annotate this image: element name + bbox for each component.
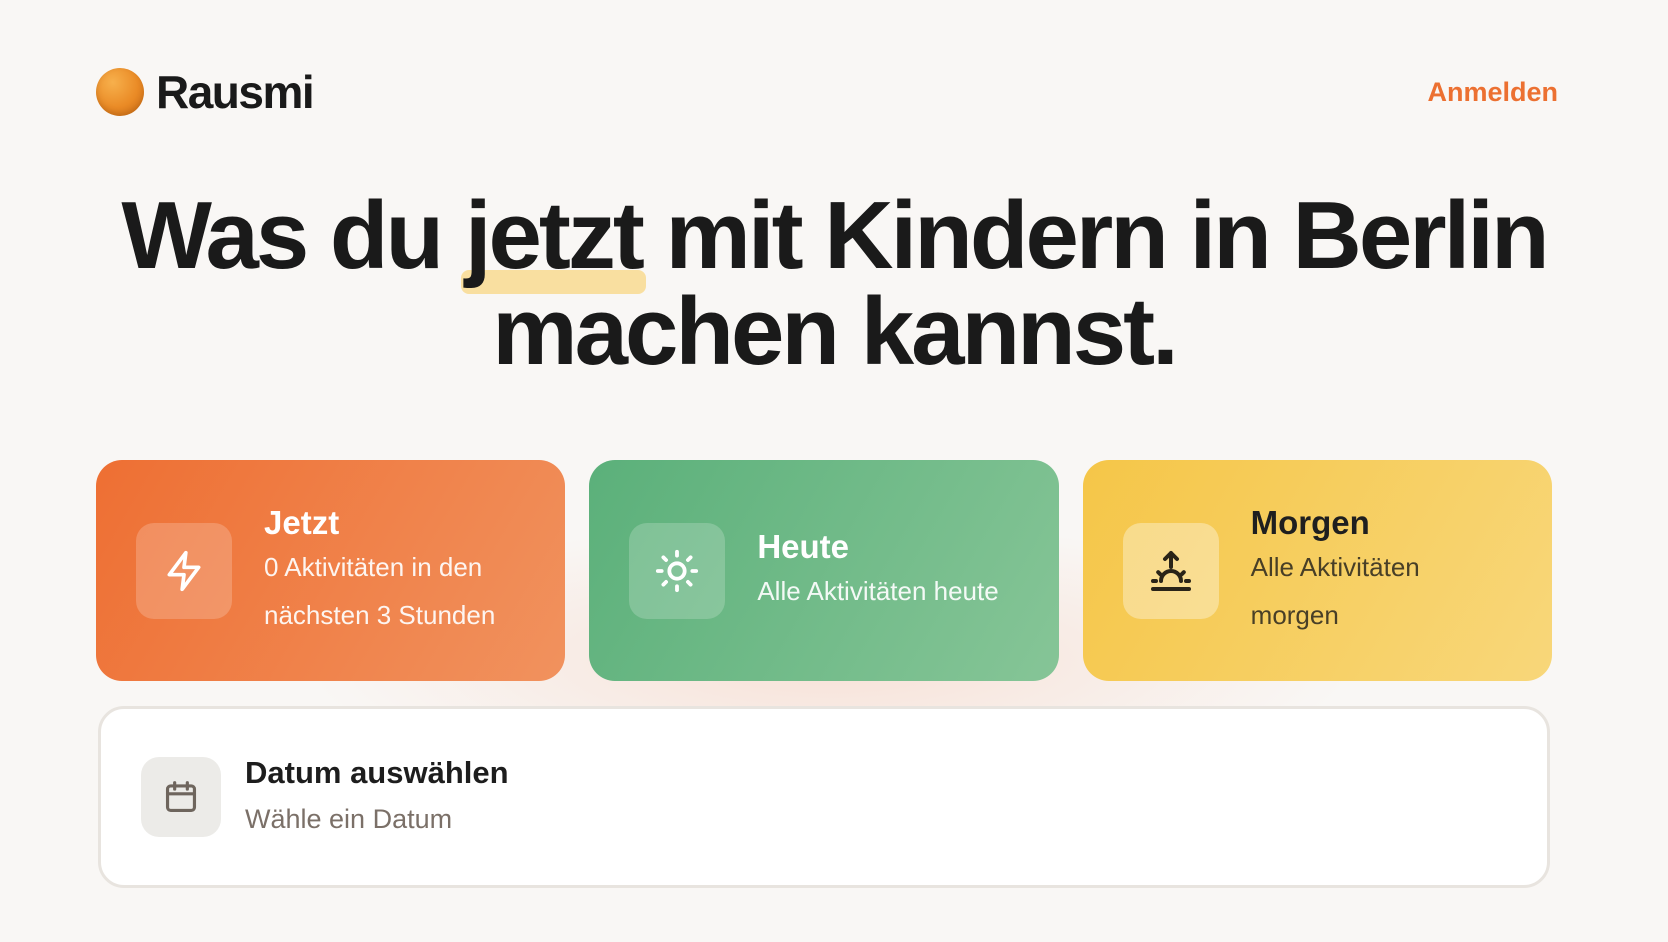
date-picker-card[interactable]: Datum auswählen Wähle ein Datum: [98, 706, 1550, 888]
brand-name: Rausmi: [156, 66, 315, 118]
lightning-icon: [136, 522, 232, 619]
hero-text-after: mit Kindern in Berlin: [641, 182, 1550, 289]
card-now[interactable]: Jetzt 0 Aktivitäten in den nächsten 3 St…: [96, 460, 566, 681]
card-tomorrow[interactable]: Morgen Alle Aktivitäten morgen: [1082, 460, 1552, 681]
brand-logo-icon: [96, 68, 144, 116]
card-today-description: Alle Aktivitäten heute: [757, 575, 999, 606]
card-tomorrow-title: Morgen: [1250, 503, 1370, 541]
page: Rausmi Anmelden Was du jetzt mit Kindern…: [0, 0, 1668, 942]
card-today[interactable]: Heute Alle Aktivitäten heute: [589, 460, 1059, 681]
date-picker-text: Datum auswählen Wähle ein Datum: [245, 751, 509, 843]
hero-line-1: Was du jetzt mit Kindern in Berlin: [60, 182, 1608, 294]
top-header: Rausmi Anmelden: [96, 64, 1558, 120]
card-tomorrow-description: Alle Aktivitäten morgen: [1250, 551, 1420, 630]
hero-headline: Was du jetzt mit Kindern in Berlin mache…: [60, 188, 1608, 380]
hero-highlight-word: jetzt: [460, 182, 646, 294]
login-link[interactable]: Anmelden: [1427, 77, 1558, 108]
date-picker-title: Datum auswählen: [245, 755, 509, 790]
sun-icon: [629, 522, 726, 619]
card-today-title: Heute: [757, 527, 850, 565]
time-filter-cards: Jetzt 0 Aktivitäten in den nächsten 3 St…: [96, 460, 1552, 681]
hero-text-before: Was du: [121, 182, 465, 289]
date-picker-subtitle: Wähle ein Datum: [245, 804, 453, 834]
card-tomorrow-text: Morgen Alle Aktivitäten morgen: [1251, 503, 1471, 639]
hero-line-2: machen kannst.: [492, 278, 1179, 385]
card-now-title: Jetzt: [264, 503, 340, 541]
card-now-text: Jetzt 0 Aktivitäten in den nächsten 3 St…: [264, 503, 534, 639]
sunrise-icon: [1122, 522, 1219, 619]
calendar-icon: [141, 757, 221, 837]
card-today-text: Heute Alle Aktivitäten heute: [757, 527, 998, 615]
card-now-description: 0 Aktivitäten in den nächsten 3 Stunden: [264, 551, 496, 630]
brand-logo-link[interactable]: Rausmi: [96, 65, 315, 119]
